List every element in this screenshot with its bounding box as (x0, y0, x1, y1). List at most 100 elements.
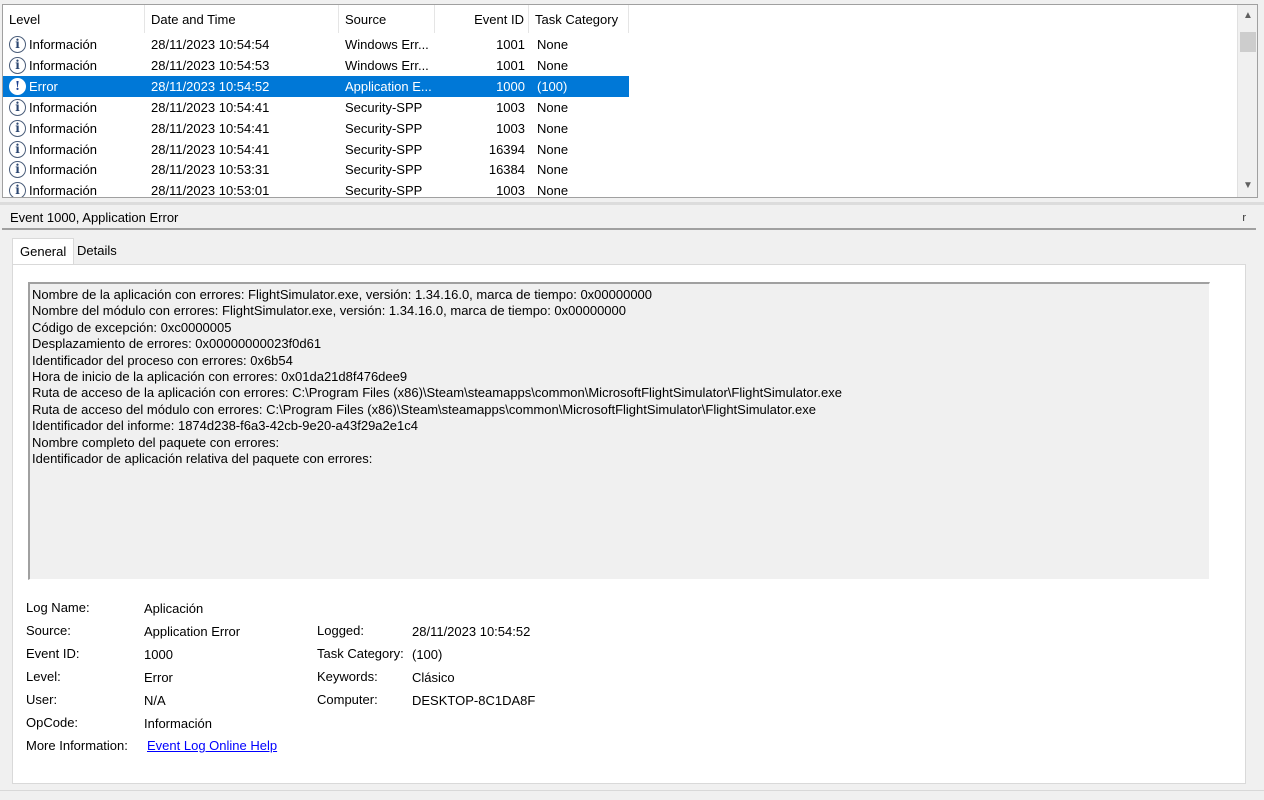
opcode-label: OpCode: (26, 715, 79, 730)
info-icon: i (9, 161, 26, 179)
description-line: Identificador del informe: 1874d238-f6a3… (32, 418, 418, 434)
cell-event-id: 1003 (496, 99, 525, 115)
cell-task-category: None (537, 162, 569, 178)
table-row[interactable]: ! Error 28/11/2023 10:54:52 Application E..… (3, 75, 629, 97)
detail-close-icon[interactable]: r (1242, 206, 1246, 230)
opcode-value: Información (144, 716, 212, 731)
event-id-value: 1000 (144, 647, 173, 662)
description-line: Ruta de acceso de la aplicación con erro… (32, 385, 842, 401)
description-line: Ruta de acceso del módulo con errores: C… (32, 401, 816, 417)
bottom-edge (0, 790, 1264, 800)
description-line: Código de excepción: 0xc0000005 (32, 319, 232, 335)
cell-event-id: 1001 (496, 37, 525, 52)
log-name-value: Aplicación (144, 601, 204, 616)
cell-task-category: None (537, 37, 569, 52)
description-line: Identificador de aplicación relativa del… (32, 451, 373, 467)
more-information-label: More Information: (26, 738, 128, 753)
event-description-box[interactable]: Nombre de la aplicación con errores: Fli… (28, 282, 1210, 580)
table-row[interactable]: i Información 28/11/2023 10:53:01 Security-… (3, 180, 629, 198)
tab-details[interactable]: Details (70, 238, 124, 264)
computer-value: DESKTOP-8C1DA8F (412, 693, 536, 708)
cell-source: Application E... (345, 78, 432, 94)
cell-event-id: 1001 (496, 57, 525, 73)
cell-date-time: 28/11/2023 10:54:53 (151, 57, 270, 73)
log-name-label: Log Name: (26, 600, 90, 615)
description-line: Identificador del proceso con errores: 0… (32, 352, 293, 368)
column-header-date-time[interactable]: Date and Time (145, 5, 339, 33)
info-icon: i (9, 182, 26, 197)
cell-source: Security-SPP (345, 183, 423, 198)
keywords-value: Clásico (412, 670, 455, 685)
level-label: Level: (26, 669, 61, 684)
pane-splitter[interactable] (0, 202, 1264, 205)
general-tab-panel: Nombre de la aplicación con errores: Fli… (12, 264, 1246, 784)
table-row[interactable]: i Información 28/11/2023 10:53:31 Security-… (3, 159, 629, 180)
description-line: Nombre de la aplicación con errores: Fli… (32, 287, 653, 302)
detail-title: Event 1000, Application Error (10, 210, 179, 225)
cell-task-category: None (537, 99, 569, 115)
cell-level: Información (29, 37, 97, 52)
event-id-label: Event ID: (26, 646, 80, 661)
cell-source: Security-SPP (345, 162, 423, 178)
cell-task-category: None (537, 183, 569, 198)
cell-event-id: 16384 (488, 162, 525, 178)
cell-date-time: 28/11/2023 10:54:41 (151, 99, 270, 115)
cell-date-time: 28/11/2023 10:53:01 (151, 183, 270, 198)
info-icon: i (9, 140, 26, 158)
table-row[interactable]: i Información 28/11/2023 10:54:54 Windows E… (3, 34, 629, 55)
keywords-label: Keywords: (317, 669, 378, 684)
logged-value: 28/11/2023 10:54:52 (412, 624, 531, 639)
info-icon: i (9, 119, 26, 137)
scroll-thumb[interactable] (1240, 32, 1256, 52)
cell-event-id: 16394 (488, 141, 525, 157)
tab-general[interactable]: General (12, 238, 75, 265)
cell-source: Security-SPP (345, 99, 423, 115)
cell-date-time: 28/11/2023 10:54:54 (151, 37, 270, 52)
error-icon: ! (9, 77, 26, 95)
cell-event-id: 1003 (496, 120, 525, 136)
column-header-task-category[interactable]: Task Category (529, 5, 629, 33)
cell-level: Información (29, 57, 97, 73)
cell-date-time: 28/11/2023 10:53:31 (151, 162, 270, 178)
event-log-online-help-link[interactable]: Event Log Online Help (147, 738, 277, 753)
table-row[interactable]: i Información 28/11/2023 10:54:41 Security-… (3, 139, 629, 160)
cell-level: Información (29, 162, 97, 178)
level-value: Error (144, 670, 173, 685)
cell-task-category: (100) (537, 78, 568, 94)
table-row[interactable]: i Información 28/11/2023 10:54:41 Security-… (3, 97, 629, 118)
column-header-level[interactable]: Level (3, 5, 145, 33)
cell-date-time: 28/11/2023 10:54:41 (151, 120, 270, 136)
cell-level: Información (29, 183, 97, 198)
column-header-event-id[interactable]: Event ID (435, 5, 529, 33)
description-line: Nombre del módulo con errores: FlightSim… (32, 303, 626, 319)
info-icon: i (9, 56, 26, 74)
table-row[interactable]: i Información 28/11/2023 10:54:41 Security-… (3, 118, 629, 139)
task-category-value: (100) (412, 647, 443, 662)
list-vertical-scrollbar[interactable]: ▲ ▼ (1237, 5, 1257, 197)
cell-level: Información (29, 120, 97, 136)
cell-level: Información (29, 141, 97, 157)
cell-source: Windows Err... (345, 37, 429, 52)
cell-date-time: 28/11/2023 10:54:41 (151, 141, 270, 157)
cell-event-id: 1000 (496, 78, 525, 94)
cell-date-time: 28/11/2023 10:54:52 (151, 78, 270, 94)
description-line: Hora de inicio de la aplicación con erro… (32, 369, 408, 385)
column-header-source[interactable]: Source (339, 5, 435, 33)
source-value: Application Error (144, 624, 241, 639)
event-list[interactable]: Level Date and Time Source Event ID Task… (2, 4, 1258, 198)
scroll-down-arrow-icon[interactable]: ▼ (1238, 177, 1257, 195)
event-list-header: Level Date and Time Source Event ID Task… (3, 5, 1237, 33)
logged-label: Logged: (317, 623, 364, 638)
scroll-up-arrow-icon[interactable]: ▲ (1238, 7, 1257, 25)
table-row[interactable]: i Información 28/11/2023 10:54:53 Windows E… (3, 55, 629, 76)
task-category-label: Task Category: (317, 646, 404, 661)
cell-source: Windows Err... (345, 57, 429, 73)
cell-task-category: None (537, 120, 569, 136)
user-value: N/A (144, 693, 166, 708)
computer-label: Computer: (317, 692, 378, 707)
cell-task-category: None (537, 57, 569, 73)
source-label: Source: (26, 623, 71, 638)
description-line: Desplazamiento de errores: 0x00000000023… (32, 336, 322, 352)
cell-level: Error (29, 78, 58, 94)
cell-event-id: 1003 (496, 183, 525, 198)
